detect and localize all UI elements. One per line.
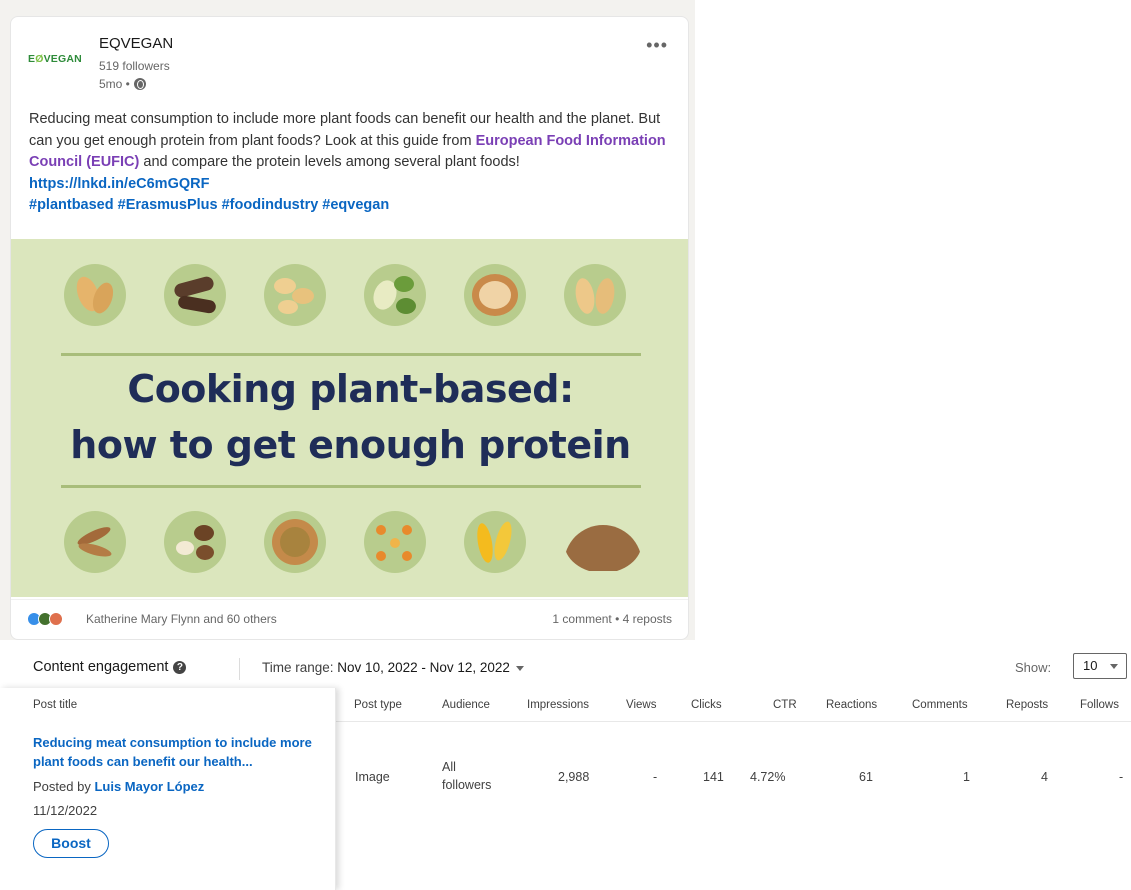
cell-comments: 1 — [963, 770, 970, 784]
post-age-text: 5mo • — [99, 77, 130, 91]
cell-impressions: 2,988 — [558, 770, 590, 784]
divider-bottom — [61, 485, 641, 488]
post-header: EØVEGAN EQVEGAN 519 followers 5mo • ••• — [11, 17, 688, 97]
cell-ctr: 4.72% — [750, 770, 786, 784]
col-post-type[interactable]: Post type — [354, 699, 402, 711]
cashew-icon — [264, 264, 326, 326]
col-follows[interactable]: Follows — [1080, 699, 1119, 711]
col-views[interactable]: Views — [626, 699, 656, 711]
show-count-value: 10 — [1083, 658, 1098, 673]
col-audience[interactable]: Audience — [442, 699, 490, 711]
chickpeas-icon — [364, 511, 426, 573]
cell-post-type: Image — [355, 770, 390, 784]
globe-icon — [133, 78, 146, 90]
logo-word: VEGAN — [43, 53, 82, 65]
cell-reposts: 4 — [1041, 770, 1048, 784]
show-count-select[interactable]: 10 — [1073, 653, 1127, 679]
engagement-header: Content engagement ? Time range: Nov 10,… — [0, 648, 1131, 686]
beans-icon — [164, 511, 226, 573]
bread-icon — [564, 511, 642, 573]
post-card-area: EØVEGAN EQVEGAN 519 followers 5mo • ••• … — [0, 0, 695, 640]
posted-by: Posted by Luis Mayor López — [33, 779, 204, 794]
content-engagement-section: Content engagement ? Time range: Nov 10,… — [0, 648, 1131, 890]
corn-icon — [464, 511, 526, 573]
social-counts: Katherine Mary Flynn and 60 others 1 com… — [11, 599, 688, 639]
post-text-part-2: and compare the protein levels among sev… — [139, 154, 520, 170]
post-url-link[interactable]: https://lnkd.in/eC6mGQRF — [29, 176, 209, 192]
cell-reactions: 61 — [859, 770, 873, 784]
posted-by-label: Posted by — [33, 779, 91, 794]
engagement-title: Content engagement ? — [33, 659, 187, 675]
reactions-text[interactable]: Katherine Mary Flynn and 60 others — [86, 612, 277, 626]
author-link[interactable]: Luis Mayor López — [94, 779, 204, 794]
cell-audience-line-2: followers — [442, 778, 492, 792]
cell-audience-line-1: All — [442, 760, 456, 774]
col-impressions[interactable]: Impressions — [527, 699, 589, 711]
col-clicks[interactable]: Clicks — [691, 699, 722, 711]
brazil-nut-icon — [164, 264, 226, 326]
col-ctr[interactable]: CTR — [773, 699, 797, 711]
post-title-link[interactable]: Reducing meat consumption to include mor… — [33, 733, 318, 771]
follower-count: 519 followers — [99, 59, 170, 73]
chevron-down-icon — [1110, 664, 1118, 669]
post-age: 5mo • — [99, 77, 146, 91]
more-options-icon[interactable]: ••• — [646, 35, 668, 56]
post-image[interactable]: Cooking plant-based: how to get enough p… — [11, 239, 688, 597]
company-name[interactable]: EQVEGAN — [99, 35, 173, 52]
image-headline-line-2: how to get enough protein — [70, 423, 631, 467]
post-card: EØVEGAN EQVEGAN 519 followers 5mo • ••• … — [10, 16, 689, 640]
divider-top — [61, 353, 641, 356]
engagement-title-text: Content engagement — [33, 659, 169, 675]
header-divider — [239, 658, 240, 680]
leaf-icon: Ø — [35, 53, 44, 65]
cell-follows: - — [1119, 770, 1124, 784]
cell-audience: All followers — [442, 758, 491, 794]
hashtags[interactable]: #plantbased #ErasmusPlus #foodindustry #… — [29, 197, 389, 213]
seeds-icon — [64, 511, 126, 573]
love-icon — [49, 612, 63, 626]
comments-reposts-count[interactable]: 1 comment • 4 reposts — [552, 612, 672, 626]
post-date: 11/12/2022 — [33, 803, 98, 818]
lentils-icon — [264, 511, 326, 573]
col-post-title[interactable]: Post title — [33, 699, 77, 711]
col-reposts[interactable]: Reposts — [1006, 699, 1048, 711]
time-range-dropdown[interactable]: Time range: Nov 10, 2022 - Nov 12, 2022 — [262, 660, 524, 675]
image-headline-line-1: Cooking plant-based: — [127, 367, 574, 411]
time-range-value: Nov 10, 2022 - Nov 12, 2022 — [337, 660, 510, 675]
peanut-icon — [64, 264, 126, 326]
col-reactions[interactable]: Reactions — [826, 699, 877, 711]
cell-clicks: 141 — [703, 770, 724, 784]
almond-icon — [564, 264, 626, 326]
chevron-down-icon — [515, 665, 524, 671]
reaction-icons[interactable] — [27, 612, 63, 626]
cell-views: - — [653, 770, 658, 784]
post-body: Reducing meat consumption to include mor… — [29, 109, 679, 217]
pistachio-icon — [364, 264, 426, 326]
boost-button[interactable]: Boost — [33, 829, 109, 858]
time-range-label: Time range: — [262, 660, 334, 675]
col-comments[interactable]: Comments — [912, 699, 968, 711]
show-label: Show: — [1015, 660, 1052, 675]
help-icon[interactable]: ? — [173, 660, 187, 674]
company-logo[interactable]: EØVEGAN — [28, 53, 82, 65]
walnut-icon — [464, 264, 526, 326]
